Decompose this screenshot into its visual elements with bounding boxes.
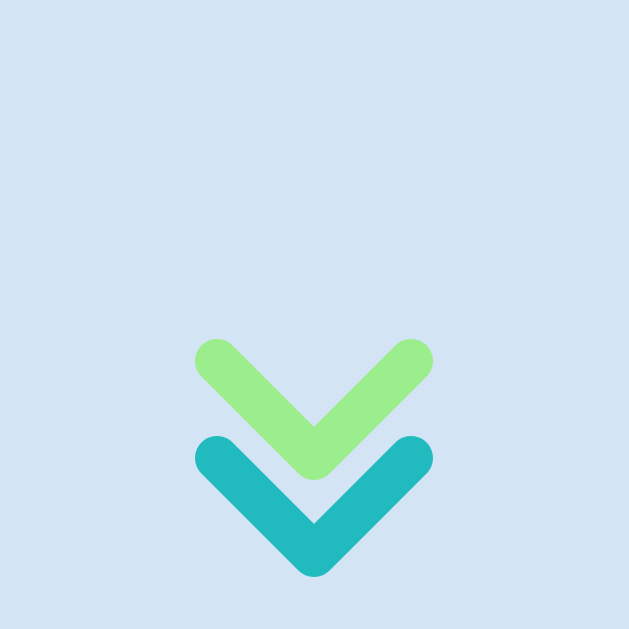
double-chevron-down-icon [195,339,433,577]
upper-chevron-down-icon [195,339,433,480]
background [0,0,629,629]
